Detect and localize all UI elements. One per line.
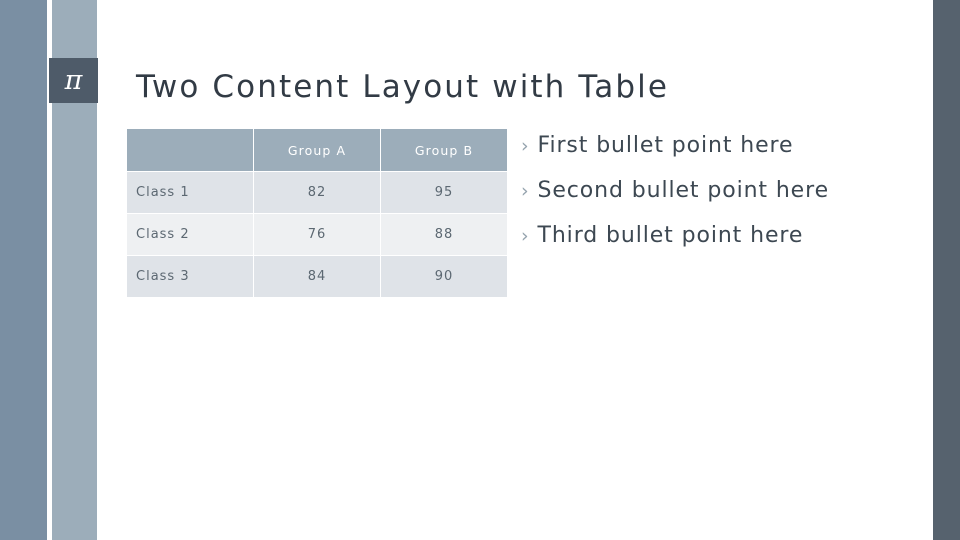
chevron-right-icon: › [521, 135, 530, 157]
chevron-right-icon: › [521, 180, 530, 202]
slide-canvas: π Two Content Layout with Table Group A … [0, 0, 960, 540]
table-cell-group-a: 84 [254, 256, 380, 297]
table-cell-group-b: 90 [381, 256, 507, 297]
list-item: › First bullet point here [521, 128, 921, 164]
table-row: Class 1 82 95 [127, 172, 507, 213]
chevron-right-icon: › [521, 225, 530, 247]
table-header: Group A Group B [127, 129, 507, 171]
left-accent-bar-dark [0, 0, 47, 540]
table-body: Class 1 82 95 Class 2 76 88 Class 3 84 9… [127, 172, 507, 297]
table-header-group-a: Group A [254, 129, 380, 171]
data-table: Group A Group B Class 1 82 95 Class 2 76… [126, 128, 508, 298]
table-cell-group-a: 82 [254, 172, 380, 213]
list-item-label: Third bullet point here [537, 223, 804, 248]
table-cell-group-a: 76 [254, 214, 380, 255]
bullet-list: › First bullet point here › Second bulle… [521, 128, 921, 263]
table-cell-label: Class 2 [127, 214, 253, 255]
table-header-corner [127, 129, 253, 171]
right-accent-bar [933, 0, 960, 540]
pi-logo-tile: π [49, 58, 98, 103]
table-cell-label: Class 3 [127, 256, 253, 297]
table-header-row: Group A Group B [127, 129, 507, 171]
list-item: › Third bullet point here [521, 218, 921, 254]
table-row: Class 3 84 90 [127, 256, 507, 297]
table-header-group-b: Group B [381, 129, 507, 171]
table-cell-group-b: 88 [381, 214, 507, 255]
page-title: Two Content Layout with Table [136, 69, 670, 105]
list-item: › Second bullet point here [521, 173, 921, 209]
table-row: Class 2 76 88 [127, 214, 507, 255]
table-cell-label: Class 1 [127, 172, 253, 213]
pi-icon: π [64, 65, 83, 96]
table-cell-group-b: 95 [381, 172, 507, 213]
list-item-label: Second bullet point here [537, 178, 830, 203]
list-item-label: First bullet point here [537, 133, 794, 158]
